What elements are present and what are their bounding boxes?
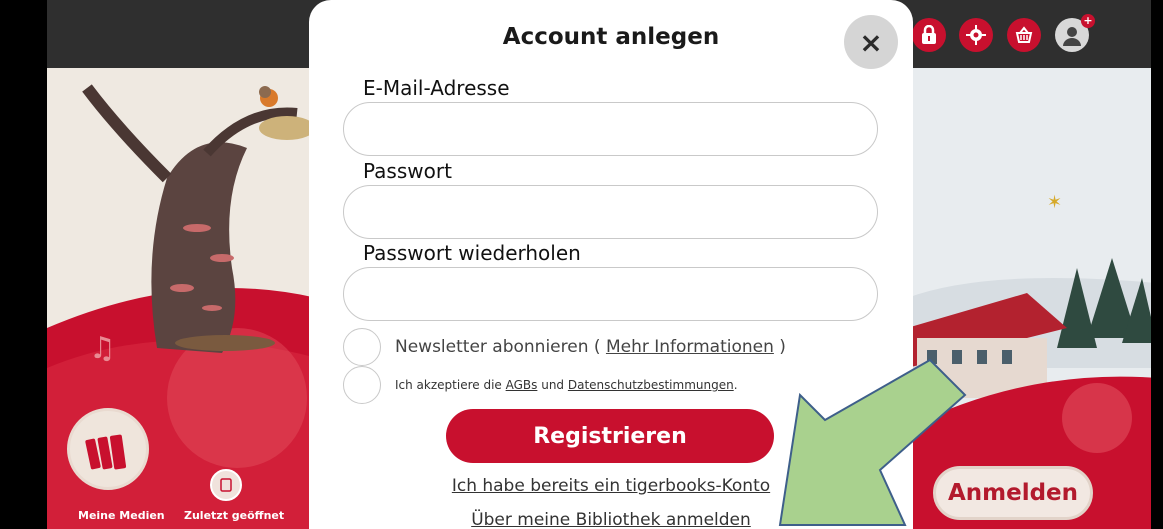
- terms-suffix: .: [733, 378, 738, 392]
- password-field[interactable]: [343, 185, 878, 239]
- newsletter-checkbox[interactable]: [343, 328, 381, 366]
- newsletter-row: Newsletter abonnieren ( Mehr Information…: [343, 328, 786, 366]
- newsletter-label: Newsletter abonnieren (: [395, 337, 601, 357]
- right-scene-illustration: ✶: [907, 68, 1157, 529]
- terms-text: Ich akzeptiere die AGBs und Datenschutzb…: [395, 378, 738, 392]
- password-label: Passwort: [363, 159, 452, 183]
- lock-icon[interactable]: [912, 18, 946, 52]
- library-login-link[interactable]: Über meine Bibliothek anmelden: [309, 510, 913, 529]
- left-black-border: [0, 0, 47, 529]
- books-icon: [85, 434, 127, 470]
- basket-icon[interactable]: [1007, 18, 1041, 52]
- more-info-link[interactable]: Mehr Informationen: [606, 337, 774, 357]
- close-button[interactable]: ×: [844, 15, 898, 69]
- user-notification-badge: +: [1081, 14, 1095, 28]
- email-label: E-Mail-Adresse: [363, 76, 510, 100]
- newsletter-text: Newsletter abonnieren ( Mehr Information…: [395, 337, 786, 357]
- newsletter-close-paren: ): [779, 337, 786, 357]
- existing-account-link[interactable]: Ich habe bereits ein tigerbooks-Konto: [309, 476, 913, 496]
- svg-text:✶: ✶: [1047, 192, 1062, 213]
- create-account-modal: Account anlegen × E-Mail-Adresse Passwor…: [309, 0, 913, 529]
- terms-row: Ich akzeptiere die AGBs und Datenschutzb…: [343, 366, 738, 404]
- gear-icon[interactable]: [959, 18, 993, 52]
- my-media-label: Meine Medien: [78, 509, 165, 522]
- email-field[interactable]: [343, 102, 878, 156]
- recently-opened-label: Zuletzt geöffnet: [184, 509, 285, 522]
- terms-prefix: Ich akzeptiere die: [395, 378, 502, 392]
- login-button[interactable]: Anmelden: [933, 466, 1093, 520]
- recently-opened-button[interactable]: [210, 469, 242, 501]
- terms-checkbox[interactable]: [343, 366, 381, 404]
- password-repeat-label: Passwort wiederholen: [363, 241, 581, 265]
- register-button[interactable]: Registrieren: [446, 409, 774, 463]
- modal-title: Account anlegen: [502, 24, 720, 50]
- terms-and: und: [541, 378, 565, 392]
- my-media-button[interactable]: [67, 408, 149, 490]
- svg-text:♫: ♫: [89, 331, 116, 366]
- close-icon: ×: [859, 25, 883, 59]
- book-icon: [220, 478, 232, 492]
- password-repeat-field[interactable]: [343, 267, 878, 321]
- right-black-border: [1151, 0, 1157, 529]
- agb-link[interactable]: AGBs: [506, 378, 538, 392]
- privacy-link[interactable]: Datenschutzbestimmungen: [568, 378, 734, 392]
